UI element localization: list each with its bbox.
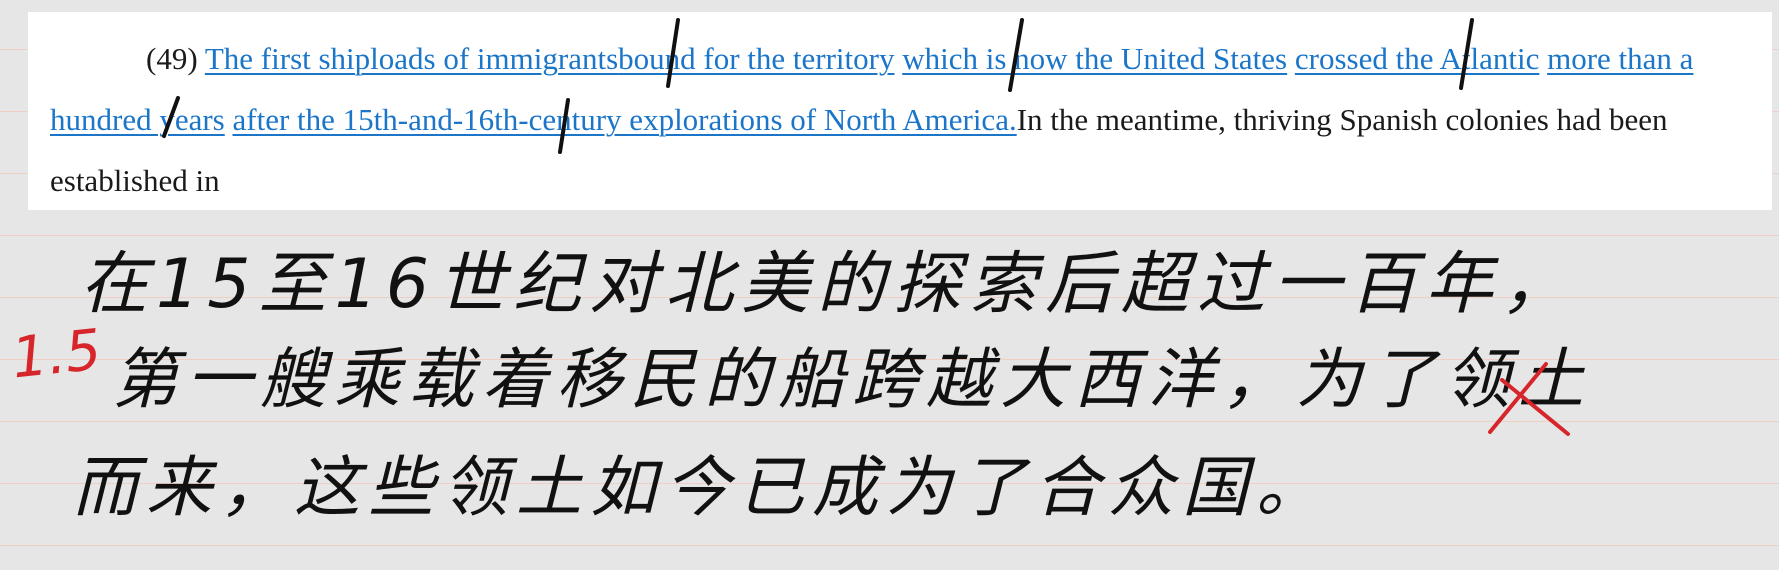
score-mark: 1.5 bbox=[8, 317, 105, 392]
highlighted-sentence-part-4: crossed the Atlantic bbox=[1294, 41, 1540, 76]
highlighted-sentence-part-6: after the 15th-and-16th-century explorat… bbox=[232, 102, 1017, 137]
highlighted-sentence-part-2: bound for the territory bbox=[618, 41, 895, 76]
highlighted-sentence-part-3: which is now the United States bbox=[902, 41, 1288, 76]
highlighted-sentence-part-1: The first shiploads of immigrants bbox=[204, 41, 619, 76]
handwritten-translation: 在15至16世纪对北美的探索后超过一百年， 第一艘乘载着移民的船跨越大西洋，为了… bbox=[0, 218, 1779, 570]
translation-line-1: 在15至16世纪对北美的探索后超过一百年， bbox=[80, 245, 1578, 324]
excerpt-card: (49) The first shiploads of immigrantsbo… bbox=[28, 12, 1772, 210]
translation-line-3: 而来，这些领土如今已成为了合众国。 bbox=[72, 449, 1330, 526]
question-number: (49) bbox=[146, 41, 198, 76]
excerpt-paragraph: (49) The first shiploads of immigrantsbo… bbox=[50, 28, 1750, 211]
translation-line-2: 第一艘乘载着移民的船跨越大西洋，为了领土 bbox=[112, 341, 1592, 418]
